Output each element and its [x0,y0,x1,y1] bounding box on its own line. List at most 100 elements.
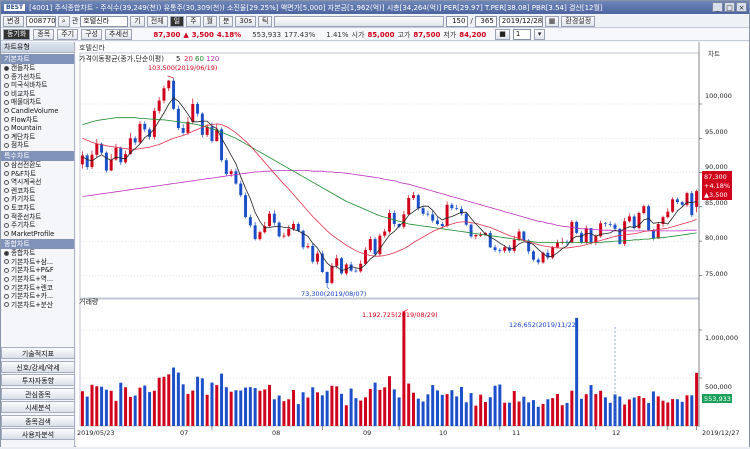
candle-body [373,239,377,255]
sidebar-item-dot[interactable]: 점차트 [1,141,74,150]
user-analysis-button[interactable]: 사용자분석 [1,428,75,440]
tab-trendline[interactable]: 추세선 [105,29,133,40]
period-button-all[interactable]: 전체 [146,15,168,27]
sidebar-item-basic-kagi[interactable]: 기본차트+카... [1,292,74,301]
tab-layout[interactable]: 구성 [81,29,102,40]
radio-icon [4,142,9,148]
sidebar-item-cycle[interactable]: 주기차트 [1,221,74,230]
sidebar-item-basic-dist[interactable]: 기본차트+분산 [1,301,74,310]
volume-bar [263,389,267,426]
sidebar-item-three-line[interactable]: 삼선전환도 [1,161,74,170]
period-button-month[interactable]: 월 [202,15,217,27]
volume-bar [522,396,526,426]
candle-body [200,113,204,135]
settings-button[interactable]: 환경설정 [561,15,596,27]
market-analysis-button[interactable]: 시세분석 [1,401,75,413]
candle-body [412,195,415,198]
volume-bar [488,397,492,426]
candle-body [167,80,171,89]
sidebar-item-mountain[interactable]: Mountain [1,124,74,133]
sidebar-item-close-line[interactable]: 종가선차트 [1,73,74,82]
tool-buttons-strip[interactable] [274,15,445,27]
period-button-day[interactable]: 일 [169,15,185,27]
x-label-08: 08 [272,429,280,437]
watchlist-button[interactable]: 관심종목 [1,387,75,400]
candle-body [138,123,142,143]
stock-name-field[interactable]: 호텔신라 [80,15,129,27]
candle-body [296,224,300,231]
period-button-week[interactable]: 주 [186,15,201,27]
tab-sync[interactable]: 동기화 [3,29,31,40]
sidebar-item-candlevolume[interactable]: CandleVolume [1,107,74,116]
page-dropdown-icon[interactable]: ▾ [533,29,546,40]
search-icon[interactable]: ⌕ [57,15,70,27]
current-price: 87,300 [153,30,181,39]
volume-bar [651,391,655,426]
calendar-icon[interactable]: ▦ [544,15,560,27]
sidebar-item-us-bar[interactable]: 미국식바차트 [1,81,74,90]
sidebar-item-reverse-clock[interactable]: 역시계곡선 [1,178,74,187]
sidebar-section-special[interactable]: 특수차트 [1,150,74,161]
sidebar-item-combined[interactable]: 종합차트 [1,249,74,258]
period-button-minute[interactable]: 분 [218,15,234,27]
stock-search-button[interactable]: 종목검색 [1,414,75,427]
volume-bar [426,394,430,426]
sidebar-item-candle[interactable]: 캔들차트 [1,64,74,73]
indicators-button[interactable]: 기술적지표 [1,347,75,359]
app-window: BEST [4001] 주식종합차트 - 주식수(39,249(천)) 유통주(… [0,0,750,447]
candle-body [95,143,99,155]
stock-code-input[interactable]: 008770 [25,15,56,27]
sidebar-item-toko[interactable]: 토코차트 [1,204,74,213]
price-tick-80000: 80,000 [705,234,728,242]
period-button-tick[interactable]: 틱 [257,15,273,27]
sidebar-item-compare[interactable]: 비교차트 [1,90,74,99]
sidebar-section-combined[interactable]: 종합차트 [1,239,74,250]
total-input[interactable]: 365 [474,15,497,27]
volume-bar [632,397,636,426]
page-input[interactable]: 1 [512,29,531,40]
candle-body [498,250,502,251]
sidebar-item-step[interactable]: 계단차트 [1,133,74,142]
signals-button[interactable]: 신호/강세/약세 [1,360,75,373]
sidebar-item-pnf[interactable]: P&F차트 [1,170,74,179]
date-input[interactable]: 2019/12/28 [498,15,543,27]
volume-bar [200,378,204,426]
volume-bar [517,401,521,426]
tab-period[interactable]: 주기 [57,29,79,40]
period-button-gi[interactable]: 기 [130,15,145,27]
sidebar-item-kagi[interactable]: 카기차트 [1,195,74,204]
tab-stock[interactable]: 종목 [33,29,55,40]
volume-bar [344,405,348,426]
count-input[interactable]: 150 [446,15,469,27]
minimize-button[interactable]: _ [712,2,723,12]
layout-toggle[interactable]: ■ [495,29,510,40]
sidebar-item-baseline[interactable]: 적준선차트 [1,213,74,222]
volume-bar [100,386,104,426]
sidebar-item-basic-renko[interactable]: 기본차트+렌코 [1,284,74,293]
volume-bar [579,398,583,426]
stock-chart[interactable]: 호텔신라 가격이동평균(종가,단순이평) 5 20 60 120 거래량 103… [76,42,749,447]
sidebar-item-basic-pnf[interactable]: 기본차트+P&F [1,266,74,275]
candle-body [579,232,583,243]
volume-bar [133,395,137,426]
maximize-button[interactable]: □ [724,2,735,12]
sidebar-item-flow[interactable]: Flow차트 [1,116,74,125]
candle-body [340,258,344,274]
period-button-30s[interactable]: 30s [235,15,256,27]
volume-bar [555,393,559,426]
sidebar-section-basic[interactable]: 기본차트 [1,54,74,64]
open-label: 시가 [351,30,365,39]
chart-area[interactable]: 호텔신라 가격이동평균(종가,단순이평) 5 20 60 120 거래량 103… [76,42,749,447]
close-button[interactable]: × [736,2,747,12]
sidebar-item-volume-profile[interactable]: 매물대차트 [1,98,74,107]
x-label-09: 09 [363,429,371,437]
investor-trend-button[interactable]: 투자자동향 [1,374,75,386]
sidebar-item-basic-three[interactable]: 기본차트+삼... [1,258,74,267]
radio-icon [4,82,9,88]
sidebar-item-marketprofile[interactable]: MarketProfile [1,230,74,239]
mode-select[interactable]: 변경 [3,15,24,27]
ma-label-60: 60 [195,55,204,63]
sidebar-item-basic-reverse[interactable]: 기본차트+역... [1,275,74,284]
candle-body [383,231,387,236]
sidebar-item-renko[interactable]: 렌코차트 [1,187,74,196]
